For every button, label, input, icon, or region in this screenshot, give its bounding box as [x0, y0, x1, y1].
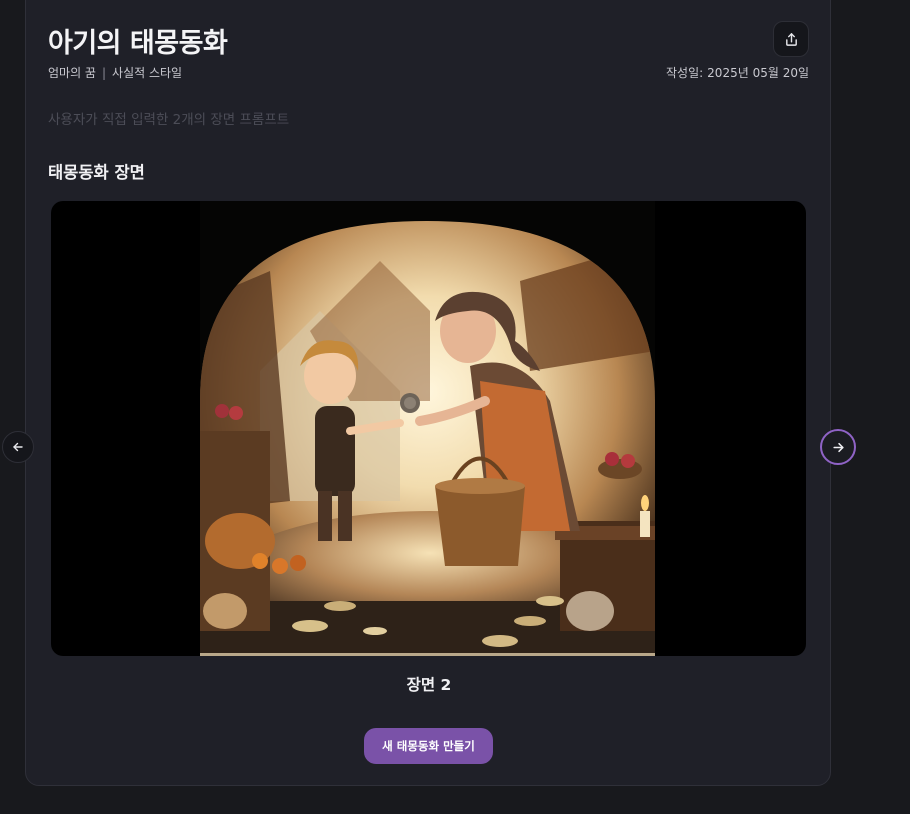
scene-image: [200, 201, 655, 656]
prev-scene-button[interactable]: [2, 431, 34, 463]
story-title: 아기의 태몽동화: [48, 28, 228, 59]
meta-separator: |: [101, 66, 107, 80]
story-subtitle: 사용자가 직접 입력한 2개의 장면 프롬프트: [48, 112, 290, 128]
scene-illustration: [200, 201, 655, 656]
next-scene-button[interactable]: [820, 429, 856, 465]
style-label: 사실적 스타일: [112, 66, 183, 80]
scene-caption: 장면 2: [406, 676, 452, 694]
scene-carousel: [51, 201, 806, 656]
new-story-button[interactable]: 새 태몽동화 만들기: [364, 728, 493, 764]
created-label: 작성일:: [666, 66, 704, 80]
arrow-right-icon: [832, 442, 844, 452]
created-date: 작성일: 2025년 05월 20일: [666, 64, 809, 81]
share-button[interactable]: [773, 21, 809, 57]
arrow-left-icon: [13, 442, 23, 452]
dreamer-label: 엄마의 꿈: [48, 66, 96, 80]
share-icon: [785, 32, 797, 46]
scenes-section-title: 태몽동화 장면: [48, 163, 145, 182]
story-meta: 엄마의 꿈 | 사실적 스타일: [48, 64, 182, 81]
created-date-value: 2025년 05월 20일: [707, 66, 809, 80]
story-card: 아기의 태몽동화 엄마의 꿈 | 사실적 스타일 작성일: 2025년 05월 20일…: [25, 0, 831, 786]
